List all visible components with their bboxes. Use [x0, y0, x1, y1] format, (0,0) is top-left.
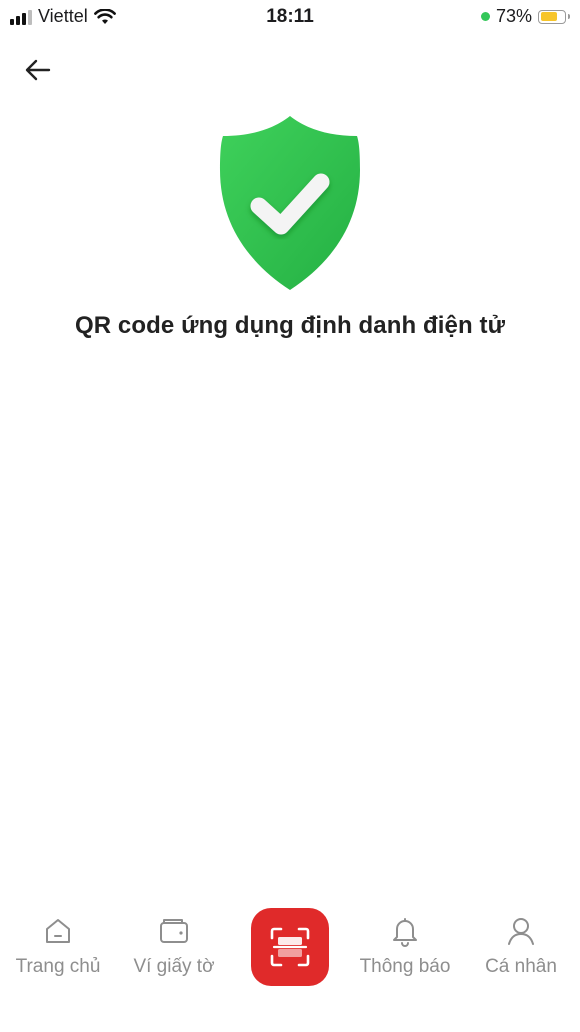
bottom-tab-bar: Trang chủ Ví giấy tờ Thông báo Cá nhân [0, 900, 580, 1010]
tab-notifications[interactable]: Thông báo [352, 914, 458, 978]
wallet-icon [157, 914, 191, 948]
wifi-icon [93, 8, 116, 24]
carrier-name: Viettel [38, 6, 88, 26]
home-icon [41, 914, 75, 948]
tab-wallet-label: Ví giấy tờ [133, 956, 215, 977]
bell-icon [388, 914, 422, 948]
page-title: QR code ứng dụng định danh điện tử [74, 312, 506, 339]
tab-notifications-label: Thông báo [359, 956, 451, 977]
status-bar: Viettel 18:11 73% [0, 0, 580, 34]
shield-check-icon [215, 112, 365, 294]
cellular-signal-icon [10, 9, 32, 25]
qr-scan-button[interactable] [251, 908, 329, 986]
status-left: Viettel [10, 6, 116, 27]
person-icon [504, 914, 538, 948]
qr-scan-icon [270, 927, 310, 967]
privacy-indicator-dot [480, 12, 490, 21]
back-button[interactable] [20, 54, 56, 86]
battery-percent: 73% [495, 6, 532, 26]
status-right: 73% [480, 6, 570, 27]
tab-home-label: Trang chủ [15, 956, 101, 977]
battery-icon [538, 9, 570, 24]
battery-level-fill [540, 12, 558, 21]
tab-wallet[interactable]: Ví giấy tờ [124, 914, 224, 978]
tab-profile-label: Cá nhân [485, 956, 557, 977]
tab-home[interactable]: Trang chủ [8, 914, 108, 978]
arrow-left-icon [25, 59, 51, 81]
tab-profile[interactable]: Cá nhân [474, 914, 568, 978]
